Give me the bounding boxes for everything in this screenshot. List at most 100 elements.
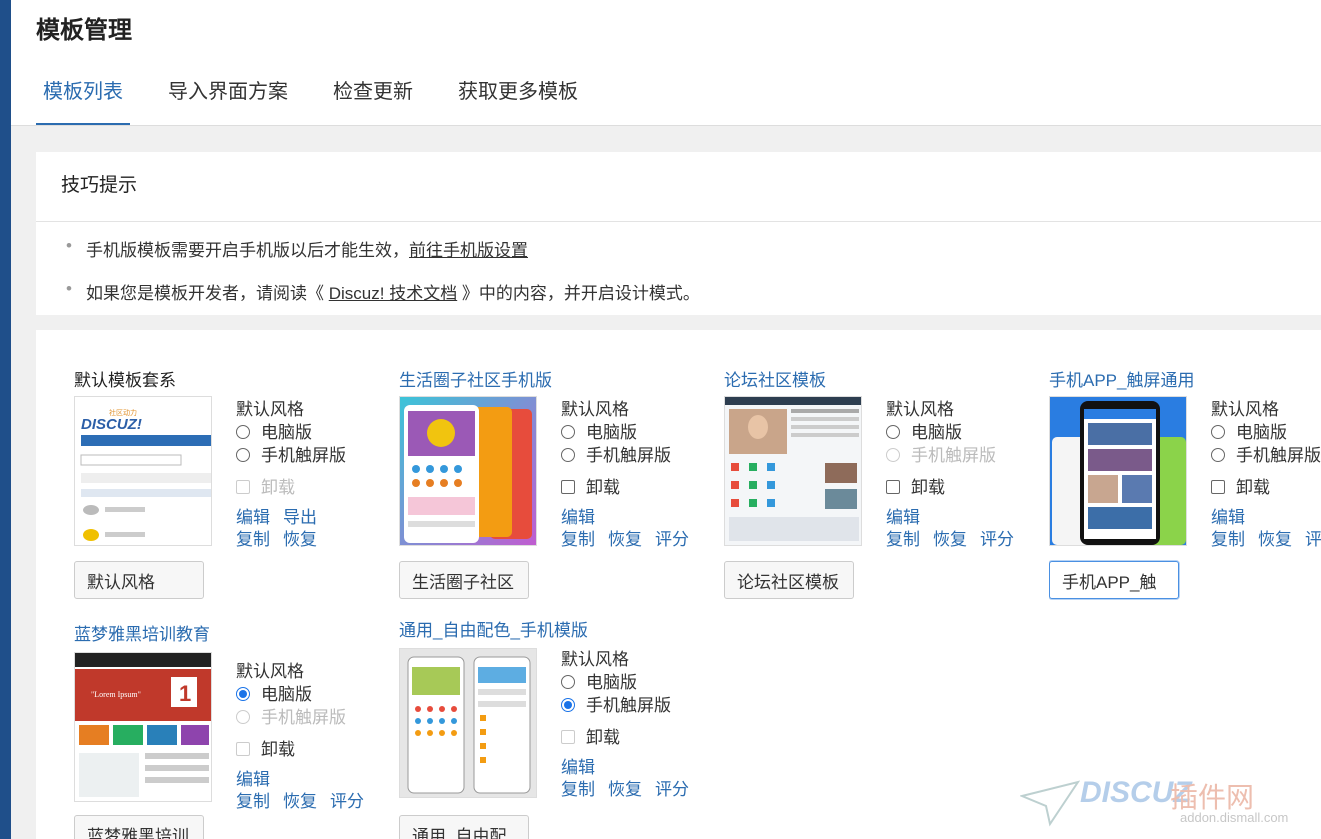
svg-text:社区动力: 社区动力 — [109, 408, 137, 417]
template-name-link[interactable]: 生活圈子社区手机版 — [399, 366, 552, 391]
radio-icon[interactable] — [1211, 448, 1225, 462]
restore-link[interactable]: 恢复 — [283, 530, 317, 549]
uninstall-checkbox: 卸载 — [561, 726, 702, 749]
restore-link[interactable]: 恢复 — [933, 530, 967, 549]
copy-link[interactable]: 复制 — [236, 792, 270, 811]
pc-radio[interactable]: 电脑版 — [236, 421, 346, 444]
template-name-input[interactable] — [1049, 561, 1179, 599]
tips-box: 技巧提示 手机版模板需要开启手机版以后才能生效，前往手机版设置 如果您是模板开发… — [36, 152, 1321, 315]
template-name-link[interactable]: 通用_自由配色_手机模版 — [399, 616, 588, 641]
radio-icon[interactable] — [886, 425, 900, 439]
restore-link[interactable]: 恢复 — [283, 792, 317, 811]
uninstall-checkbox[interactable]: 卸载 — [1211, 476, 1321, 499]
copy-link[interactable]: 复制 — [561, 780, 595, 799]
header: 模板管理 模板列表 导入界面方案 检查更新 获取更多模板 — [11, 0, 1321, 126]
tip-mobile-text: 手机版模板需要开启手机版以后才能生效， — [86, 241, 409, 260]
rate-link[interactable]: 评分 — [330, 792, 364, 811]
template-name-input[interactable] — [399, 815, 529, 839]
uninstall-checkbox[interactable]: 卸载 — [561, 476, 702, 499]
default-style-label: 默认风格 — [561, 400, 629, 419]
edit-link[interactable]: 编辑 — [236, 508, 270, 527]
export-link[interactable]: 导出 — [283, 508, 317, 527]
template-card: 论坛社区模板 默认风格 电脑版 手机触屏版 卸载 编辑 复制 恢复 评分 论坛社… — [724, 366, 1044, 616]
mobile-radio: 手机触屏版 — [886, 444, 1027, 467]
svg-text:DISCUZ!: DISCUZ! — [81, 416, 142, 433]
template-name-link[interactable]: 手机APP_触屏通用 — [1049, 366, 1194, 391]
mobile-radio[interactable]: 手机触屏版 — [561, 444, 702, 467]
mobile-label: 手机触屏版 — [261, 708, 346, 727]
edit-link[interactable]: 编辑 — [561, 758, 595, 777]
radio-icon[interactable] — [561, 698, 575, 712]
template-thumbnail[interactable] — [399, 396, 537, 546]
radio-icon[interactable] — [561, 425, 575, 439]
template-card: 生活圈子社区手机版 默认风格 电脑版 手机触屏版 卸载 编辑 复制 恢复 评分 … — [399, 366, 719, 616]
template-card: 蓝梦雅黑培训教育 1 "Lorem Ipsum" 默认风格 电脑版 手机触屏版 … — [74, 620, 394, 839]
tech-doc-link[interactable]: Discuz! 技术文档 — [329, 284, 457, 303]
rate-link[interactable]: 评分 — [655, 530, 689, 549]
page-title: 模板管理 — [36, 17, 132, 44]
copy-link[interactable]: 复制 — [236, 530, 270, 549]
pc-radio[interactable]: 电脑版 — [561, 421, 702, 444]
mobile-settings-link[interactable]: 前往手机版设置 — [409, 241, 528, 260]
mobile-label: 手机触屏版 — [586, 446, 671, 465]
edit-link[interactable]: 编辑 — [236, 770, 270, 789]
template-name-link[interactable]: 论坛社区模板 — [724, 366, 826, 391]
tab-get-more[interactable]: 获取更多模板 — [451, 66, 585, 125]
checkbox-icon[interactable] — [561, 480, 575, 494]
tab-import-scheme[interactable]: 导入界面方案 — [161, 66, 295, 125]
radio-icon[interactable] — [1211, 425, 1225, 439]
mobile-label: 手机触屏版 — [911, 446, 996, 465]
mobile-radio[interactable]: 手机触屏版 — [1211, 444, 1321, 467]
template-name-input[interactable] — [74, 815, 204, 839]
template-card: 手机APP_触屏通用 默认风格 电脑版 手机触屏版 卸载 编辑 复制 恢复 评 … — [1049, 366, 1321, 616]
tab-check-update[interactable]: 检查更新 — [326, 66, 420, 125]
template-thumbnail[interactable]: 1 "Lorem Ipsum" — [74, 652, 212, 802]
checkbox-icon[interactable] — [1211, 480, 1225, 494]
rate-link[interactable]: 评分 — [655, 780, 689, 799]
restore-link[interactable]: 恢复 — [1258, 530, 1292, 549]
action-links: 编辑 复制恢复评分 — [1211, 507, 1321, 551]
uninstall-checkbox[interactable]: 卸载 — [886, 476, 1027, 499]
restore-link[interactable]: 恢复 — [608, 780, 642, 799]
copy-link[interactable]: 复制 — [561, 530, 595, 549]
copy-link[interactable]: 复制 — [1211, 530, 1245, 549]
pc-label: 电脑版 — [586, 423, 637, 442]
svg-text:1: 1 — [179, 681, 191, 706]
mobile-radio[interactable]: 手机触屏版 — [561, 694, 702, 717]
template-thumbnail[interactable] — [1049, 396, 1187, 546]
uninstall-label: 卸载 — [261, 740, 295, 759]
default-style-label: 默认风格 — [561, 650, 629, 669]
pc-radio[interactable]: 电脑版 — [886, 421, 1027, 444]
edit-link[interactable]: 编辑 — [1211, 508, 1245, 527]
mobile-radio[interactable]: 手机触屏版 — [236, 444, 346, 467]
rate-link[interactable]: 评分 — [1305, 530, 1321, 549]
radio-icon[interactable] — [236, 448, 250, 462]
pc-radio[interactable]: 电脑版 — [1211, 421, 1321, 444]
pc-radio[interactable]: 电脑版 — [236, 683, 377, 706]
rate-link[interactable]: 评分 — [980, 530, 1014, 549]
template-thumbnail[interactable] — [399, 648, 537, 798]
uninstall-label: 卸载 — [1236, 478, 1270, 497]
radio-icon[interactable] — [561, 675, 575, 689]
radio-icon[interactable] — [236, 425, 250, 439]
template-thumbnail[interactable] — [724, 396, 862, 546]
template-name-input[interactable] — [74, 561, 204, 599]
radio-icon[interactable] — [236, 687, 250, 701]
restore-link[interactable]: 恢复 — [608, 530, 642, 549]
svg-text:"Lorem Ipsum": "Lorem Ipsum" — [91, 690, 141, 699]
uninstall-label: 卸载 — [911, 478, 945, 497]
checkbox-icon[interactable] — [886, 480, 900, 494]
template-thumbnail[interactable]: DISCUZ! 社区动力 — [74, 396, 212, 546]
edit-link[interactable]: 编辑 — [886, 508, 920, 527]
radio-icon[interactable] — [561, 448, 575, 462]
tab-bar: 模板列表 导入界面方案 检查更新 获取更多模板 — [36, 66, 616, 125]
tab-template-list[interactable]: 模板列表 — [36, 66, 130, 125]
style-options: 默认风格 电脑版 手机触屏版 卸载 编辑 复制恢复评分 — [1211, 398, 1321, 551]
action-links: 编辑 复制恢复评分 — [561, 507, 702, 551]
template-name-input[interactable] — [724, 561, 854, 599]
copy-link[interactable]: 复制 — [886, 530, 920, 549]
pc-radio[interactable]: 电脑版 — [561, 671, 702, 694]
template-name-link[interactable]: 蓝梦雅黑培训教育 — [74, 620, 210, 645]
edit-link[interactable]: 编辑 — [561, 508, 595, 527]
template-name-input[interactable] — [399, 561, 529, 599]
